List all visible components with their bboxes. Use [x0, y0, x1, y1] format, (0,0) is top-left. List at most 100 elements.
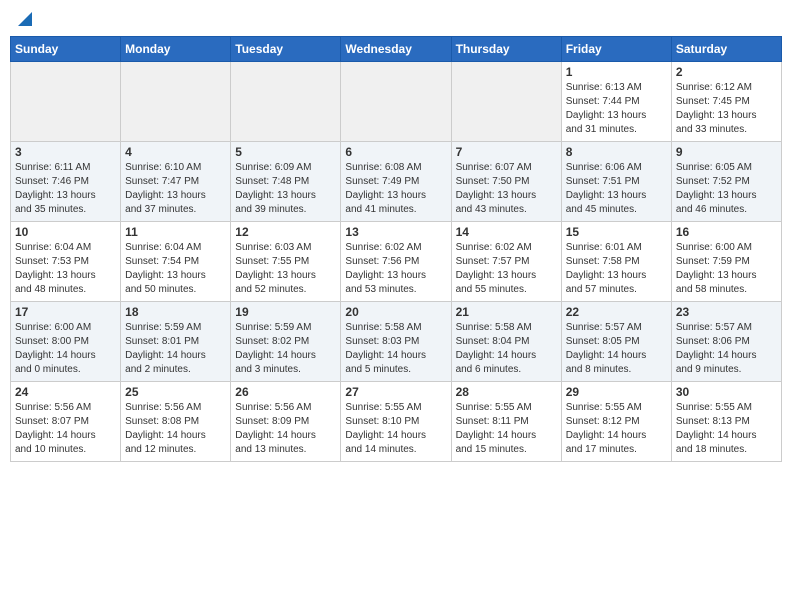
calendar-cell — [341, 62, 451, 142]
calendar-cell: 23 Sunrise: 5:57 AM Sunset: 8:06 PM Dayli… — [671, 302, 781, 382]
day-number: 19 — [235, 305, 336, 319]
day-info: Sunrise: 5:55 AM Sunset: 8:10 PM Dayligh… — [345, 401, 446, 457]
day-info: Sunrise: 5:56 AM Sunset: 8:08 PM Dayligh… — [125, 401, 226, 457]
calendar-cell: 2Sunrise: 6:12 AM Sunset: 7:45 PM Daylig… — [671, 62, 781, 142]
calendar-cell — [11, 62, 121, 142]
calendar-day-header: Sunday — [11, 37, 121, 62]
day-info: Sunrise: 6:11 AM Sunset: 7:46 PM Dayligh… — [15, 161, 116, 217]
day-number: 22 — [566, 305, 667, 319]
day-number: 5 — [235, 145, 336, 159]
calendar-cell: 16 Sunrise: 6:00 AM Sunset: 7:59 PM Dayli… — [671, 222, 781, 302]
day-info: Sunrise: 6:09 AM Sunset: 7:48 PM Dayligh… — [235, 161, 336, 217]
day-info: Sunrise: 6:05 AM Sunset: 7:52 PM Dayligh… — [676, 161, 777, 217]
day-number: 4 — [125, 145, 226, 159]
calendar-cell: 24 Sunrise: 5:56 AM Sunset: 8:07 PM Dayli… — [11, 382, 121, 462]
calendar-table: SundayMondayTuesdayWednesdayThursdayFrid… — [10, 36, 782, 462]
calendar-cell: 21 Sunrise: 5:58 AM Sunset: 8:04 PM Dayli… — [451, 302, 561, 382]
day-number: 24 — [15, 385, 116, 399]
day-number: 14 — [456, 225, 557, 239]
day-number: 26 — [235, 385, 336, 399]
day-number: 18 — [125, 305, 226, 319]
calendar-cell: 5 Sunrise: 6:09 AM Sunset: 7:48 PM Daylig… — [231, 142, 341, 222]
day-number: 29 — [566, 385, 667, 399]
calendar-cell: 8 Sunrise: 6:06 AM Sunset: 7:51 PM Daylig… — [561, 142, 671, 222]
day-info: Sunrise: 6:04 AM Sunset: 7:53 PM Dayligh… — [15, 241, 116, 297]
calendar-cell: 28 Sunrise: 5:55 AM Sunset: 8:11 PM Dayli… — [451, 382, 561, 462]
day-number: 9 — [676, 145, 777, 159]
day-info: Sunrise: 5:59 AM Sunset: 8:01 PM Dayligh… — [125, 321, 226, 377]
calendar-week-row: 1 Sunrise: 6:13 AM Sunset: 7:44 PM Daylig… — [11, 62, 782, 142]
day-info: Sunrise: 6:07 AM Sunset: 7:50 PM Dayligh… — [456, 161, 557, 217]
calendar-day-header: Wednesday — [341, 37, 451, 62]
day-number: 28 — [456, 385, 557, 399]
day-info: Sunrise: 6:00 AM Sunset: 8:00 PM Dayligh… — [15, 321, 116, 377]
day-info: Sunrise: 5:56 AM Sunset: 8:09 PM Dayligh… — [235, 401, 336, 457]
day-info: Sunrise: 6:13 AM Sunset: 7:44 PM Dayligh… — [566, 81, 667, 137]
day-info: Sunrise: 6:08 AM Sunset: 7:49 PM Dayligh… — [345, 161, 446, 217]
calendar-cell: 12Sunrise: 6:03 AM Sunset: 7:55 PM Dayli… — [231, 222, 341, 302]
calendar-cell — [231, 62, 341, 142]
day-info: Sunrise: 5:55 AM Sunset: 8:11 PM Dayligh… — [456, 401, 557, 457]
day-info: Sunrise: 6:02 AM Sunset: 7:57 PM Dayligh… — [456, 241, 557, 297]
logo — [14, 10, 34, 28]
calendar-day-header: Tuesday — [231, 37, 341, 62]
day-info: Sunrise: 5:58 AM Sunset: 8:04 PM Dayligh… — [456, 321, 557, 377]
day-number: 20 — [345, 305, 446, 319]
calendar-cell: 22Sunrise: 5:57 AM Sunset: 8:05 PM Dayli… — [561, 302, 671, 382]
calendar-cell: 17 Sunrise: 6:00 AM Sunset: 8:00 PM Dayli… — [11, 302, 121, 382]
calendar-cell: 14 Sunrise: 6:02 AM Sunset: 7:57 PM Dayli… — [451, 222, 561, 302]
day-number: 3 — [15, 145, 116, 159]
day-info: Sunrise: 6:06 AM Sunset: 7:51 PM Dayligh… — [566, 161, 667, 217]
day-info: Sunrise: 5:58 AM Sunset: 8:03 PM Dayligh… — [345, 321, 446, 377]
day-number: 25 — [125, 385, 226, 399]
day-info: Sunrise: 6:12 AM Sunset: 7:45 PM Dayligh… — [676, 81, 777, 137]
calendar-cell: 11Sunrise: 6:04 AM Sunset: 7:54 PM Dayli… — [121, 222, 231, 302]
day-number: 16 — [676, 225, 777, 239]
calendar-header: SundayMondayTuesdayWednesdayThursdayFrid… — [11, 37, 782, 62]
day-number: 6 — [345, 145, 446, 159]
calendar-cell: 10Sunrise: 6:04 AM Sunset: 7:53 PM Dayli… — [11, 222, 121, 302]
calendar-cell: 1 Sunrise: 6:13 AM Sunset: 7:44 PM Daylig… — [561, 62, 671, 142]
day-info: Sunrise: 6:01 AM Sunset: 7:58 PM Dayligh… — [566, 241, 667, 297]
day-info: Sunrise: 5:59 AM Sunset: 8:02 PM Dayligh… — [235, 321, 336, 377]
calendar-cell: 20 Sunrise: 5:58 AM Sunset: 8:03 PM Dayli… — [341, 302, 451, 382]
header-row: SundayMondayTuesdayWednesdayThursdayFrid… — [11, 37, 782, 62]
page-header — [10, 10, 782, 28]
day-number: 1 — [566, 65, 667, 79]
calendar-cell: 25 Sunrise: 5:56 AM Sunset: 8:08 PM Dayli… — [121, 382, 231, 462]
calendar-cell: 13 Sunrise: 6:02 AM Sunset: 7:56 PM Dayli… — [341, 222, 451, 302]
day-info: Sunrise: 6:03 AM Sunset: 7:55 PM Dayligh… — [235, 241, 336, 297]
calendar-cell: 9 Sunrise: 6:05 AM Sunset: 7:52 PM Daylig… — [671, 142, 781, 222]
calendar-week-row: 3 Sunrise: 6:11 AM Sunset: 7:46 PM Daylig… — [11, 142, 782, 222]
calendar-cell: 7 Sunrise: 6:07 AM Sunset: 7:50 PM Daylig… — [451, 142, 561, 222]
day-info: Sunrise: 6:00 AM Sunset: 7:59 PM Dayligh… — [676, 241, 777, 297]
calendar-cell: 18 Sunrise: 5:59 AM Sunset: 8:01 PM Dayli… — [121, 302, 231, 382]
logo-triangle-icon — [16, 10, 34, 28]
calendar-cell: 3 Sunrise: 6:11 AM Sunset: 7:46 PM Daylig… — [11, 142, 121, 222]
calendar-day-header: Saturday — [671, 37, 781, 62]
calendar-week-row: 10Sunrise: 6:04 AM Sunset: 7:53 PM Dayli… — [11, 222, 782, 302]
calendar-day-header: Thursday — [451, 37, 561, 62]
day-info: Sunrise: 5:55 AM Sunset: 8:13 PM Dayligh… — [676, 401, 777, 457]
day-info: Sunrise: 6:02 AM Sunset: 7:56 PM Dayligh… — [345, 241, 446, 297]
day-info: Sunrise: 5:55 AM Sunset: 8:12 PM Dayligh… — [566, 401, 667, 457]
calendar-cell: 26 Sunrise: 5:56 AM Sunset: 8:09 PM Dayli… — [231, 382, 341, 462]
day-number: 8 — [566, 145, 667, 159]
calendar-cell: 4 Sunrise: 6:10 AM Sunset: 7:47 PM Daylig… — [121, 142, 231, 222]
day-number: 27 — [345, 385, 446, 399]
calendar-cell — [121, 62, 231, 142]
day-number: 17 — [15, 305, 116, 319]
calendar-day-header: Monday — [121, 37, 231, 62]
calendar-cell — [451, 62, 561, 142]
day-number: 7 — [456, 145, 557, 159]
day-number: 23 — [676, 305, 777, 319]
day-number: 21 — [456, 305, 557, 319]
day-number: 15 — [566, 225, 667, 239]
day-info: Sunrise: 6:10 AM Sunset: 7:47 PM Dayligh… — [125, 161, 226, 217]
day-number: 13 — [345, 225, 446, 239]
day-info: Sunrise: 5:57 AM Sunset: 8:06 PM Dayligh… — [676, 321, 777, 377]
calendar-cell: 27 Sunrise: 5:55 AM Sunset: 8:10 PM Dayli… — [341, 382, 451, 462]
day-info: Sunrise: 5:56 AM Sunset: 8:07 PM Dayligh… — [15, 401, 116, 457]
day-number: 30 — [676, 385, 777, 399]
calendar-body: 1 Sunrise: 6:13 AM Sunset: 7:44 PM Daylig… — [11, 62, 782, 462]
